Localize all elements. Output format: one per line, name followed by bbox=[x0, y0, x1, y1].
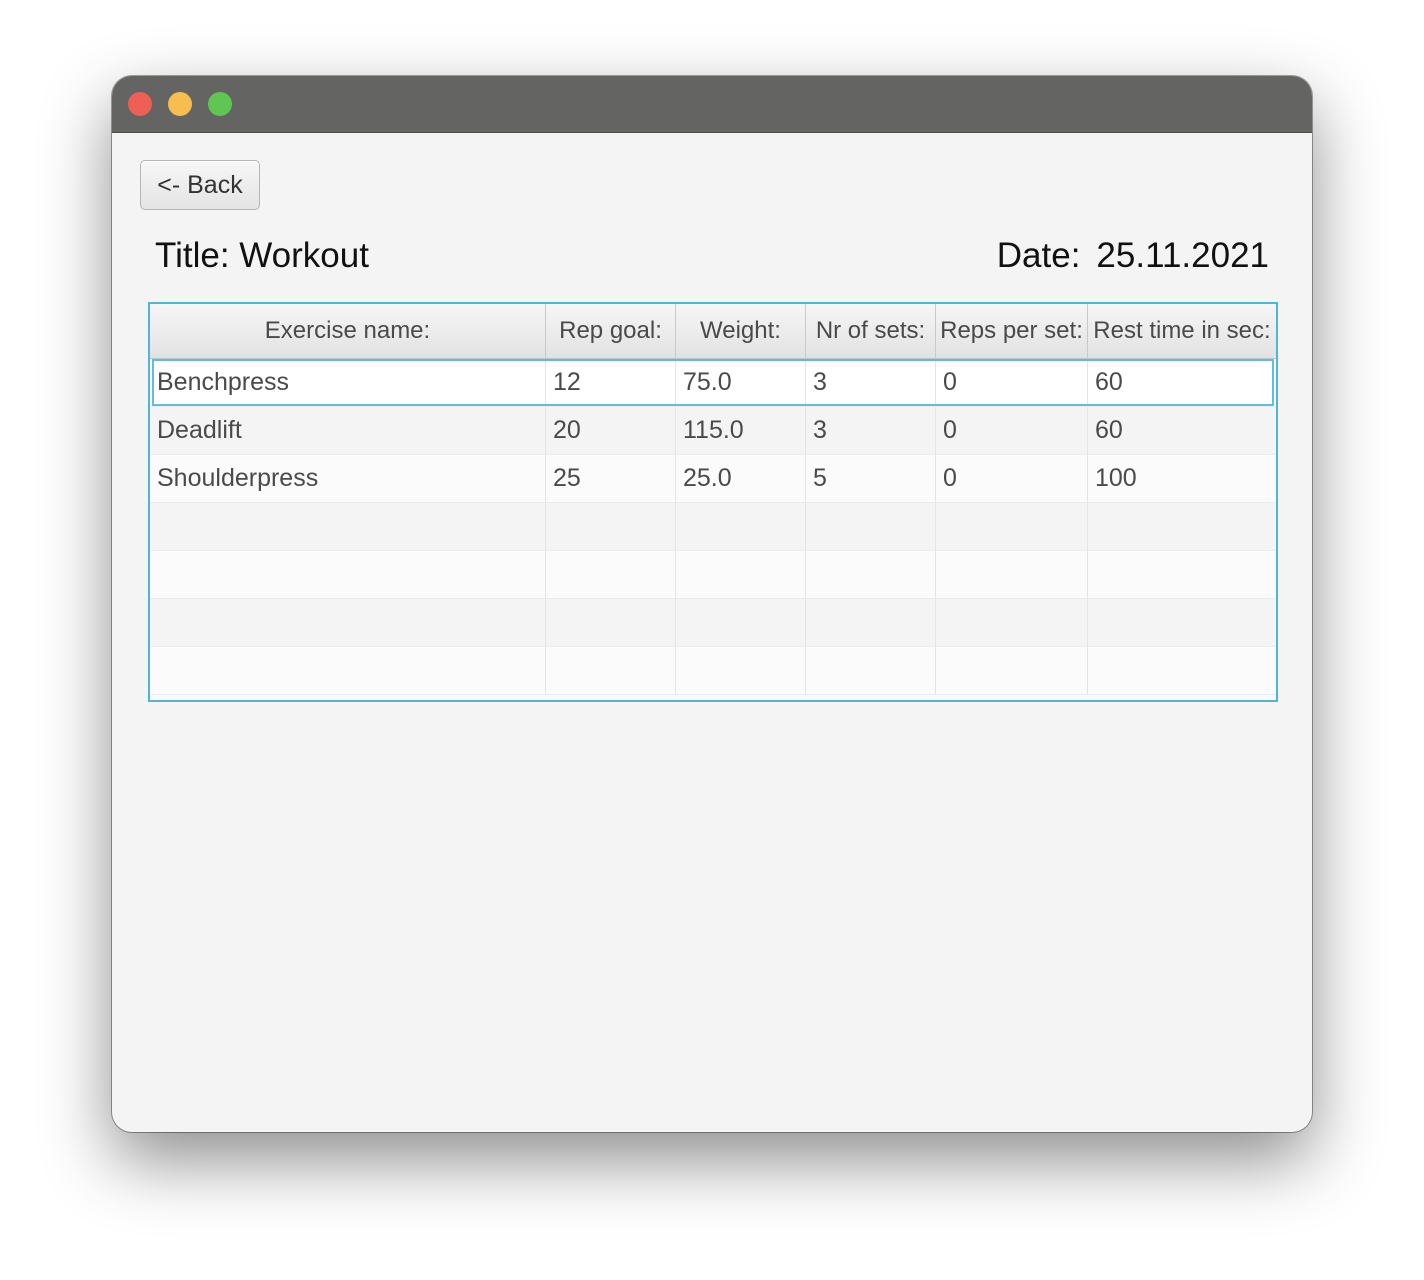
cell-rep-goal bbox=[546, 551, 676, 598]
title-prefix: Title: bbox=[155, 236, 230, 275]
cell-reps-per-set bbox=[936, 599, 1088, 646]
cell-exercise-name[interactable]: Deadlift bbox=[150, 407, 546, 454]
table-row[interactable]: Benchpress 12 75.0 3 0 60 bbox=[150, 359, 1276, 407]
maximize-window-button[interactable] bbox=[208, 92, 232, 116]
cell-weight[interactable]: 75.0 bbox=[676, 359, 806, 406]
cell-nr-of-sets bbox=[806, 647, 936, 694]
cell-rep-goal[interactable]: 20 bbox=[546, 407, 676, 454]
cell-nr-of-sets bbox=[806, 503, 936, 550]
empty-table-row bbox=[150, 647, 1276, 695]
date-value: 25.11.2021 bbox=[1096, 236, 1269, 275]
column-header-rest-time[interactable]: Rest time in sec: bbox=[1088, 304, 1276, 358]
cell-rest-time bbox=[1088, 551, 1276, 598]
workout-date: Date: 25.11.2021 bbox=[997, 236, 1269, 276]
close-window-button[interactable] bbox=[128, 92, 152, 116]
cell-reps-per-set[interactable]: 0 bbox=[936, 455, 1088, 502]
cell-nr-of-sets[interactable]: 3 bbox=[806, 407, 936, 454]
cell-rest-time[interactable]: 60 bbox=[1088, 359, 1276, 406]
table-row[interactable]: Shoulderpress 25 25.0 5 0 100 bbox=[150, 455, 1276, 503]
cell-rep-goal bbox=[546, 503, 676, 550]
cell-rep-goal[interactable]: 12 bbox=[546, 359, 676, 406]
cell-rep-goal bbox=[546, 647, 676, 694]
table-row[interactable]: Deadlift 20 115.0 3 0 60 bbox=[150, 407, 1276, 455]
cell-exercise-name[interactable]: Benchpress bbox=[150, 359, 546, 406]
cell-rest-time bbox=[1088, 503, 1276, 550]
cell-exercise-name bbox=[150, 647, 546, 694]
back-button[interactable]: <- Back bbox=[140, 160, 260, 210]
cell-rep-goal[interactable]: 25 bbox=[546, 455, 676, 502]
date-prefix: Date: bbox=[996, 236, 1081, 275]
cell-nr-of-sets[interactable]: 5 bbox=[806, 455, 936, 502]
cell-nr-of-sets bbox=[806, 599, 936, 646]
window-titlebar[interactable] bbox=[112, 76, 1312, 133]
cell-exercise-name bbox=[150, 599, 546, 646]
cell-reps-per-set bbox=[936, 551, 1088, 598]
cell-weight bbox=[676, 551, 806, 598]
cell-weight bbox=[676, 647, 806, 694]
empty-table-row bbox=[150, 551, 1276, 599]
column-header-exercise-name[interactable]: Exercise name: bbox=[150, 304, 546, 358]
cell-weight bbox=[676, 503, 806, 550]
app-window: <- Back Title: Workout Date: 25.11.2021 E… bbox=[112, 76, 1312, 1132]
workout-title: Title: Workout bbox=[155, 236, 369, 276]
column-header-reps-per-set[interactable]: Reps per set: bbox=[936, 304, 1088, 358]
cell-rest-time bbox=[1088, 647, 1276, 694]
column-header-nr-of-sets[interactable]: Nr of sets: bbox=[806, 304, 936, 358]
cell-rest-time[interactable]: 100 bbox=[1088, 455, 1276, 502]
cell-reps-per-set[interactable]: 0 bbox=[936, 407, 1088, 454]
cell-exercise-name bbox=[150, 551, 546, 598]
cell-reps-per-set bbox=[936, 503, 1088, 550]
cell-reps-per-set bbox=[936, 647, 1088, 694]
empty-table-row bbox=[150, 503, 1276, 551]
column-header-rep-goal[interactable]: Rep goal: bbox=[546, 304, 676, 358]
exercise-table[interactable]: Exercise name: Rep goal: Weight: Nr of s… bbox=[148, 302, 1278, 702]
cell-nr-of-sets[interactable]: 3 bbox=[806, 359, 936, 406]
cell-weight bbox=[676, 599, 806, 646]
cell-rep-goal bbox=[546, 599, 676, 646]
cell-weight[interactable]: 115.0 bbox=[676, 407, 806, 454]
cell-exercise-name[interactable]: Shoulderpress bbox=[150, 455, 546, 502]
table-body: Benchpress 12 75.0 3 0 60 Deadlift 20 115.0 3 0 60 S… bbox=[150, 359, 1276, 695]
table-header: Exercise name: Rep goal: Weight: Nr of s… bbox=[150, 304, 1276, 359]
cell-nr-of-sets bbox=[806, 551, 936, 598]
cell-exercise-name bbox=[150, 503, 546, 550]
minimize-window-button[interactable] bbox=[168, 92, 192, 116]
cell-weight[interactable]: 25.0 bbox=[676, 455, 806, 502]
empty-table-row bbox=[150, 599, 1276, 647]
cell-rest-time[interactable]: 60 bbox=[1088, 407, 1276, 454]
cell-rest-time bbox=[1088, 599, 1276, 646]
title-value: Workout bbox=[239, 236, 369, 275]
cell-reps-per-set[interactable]: 0 bbox=[936, 359, 1088, 406]
column-header-weight[interactable]: Weight: bbox=[676, 304, 806, 358]
